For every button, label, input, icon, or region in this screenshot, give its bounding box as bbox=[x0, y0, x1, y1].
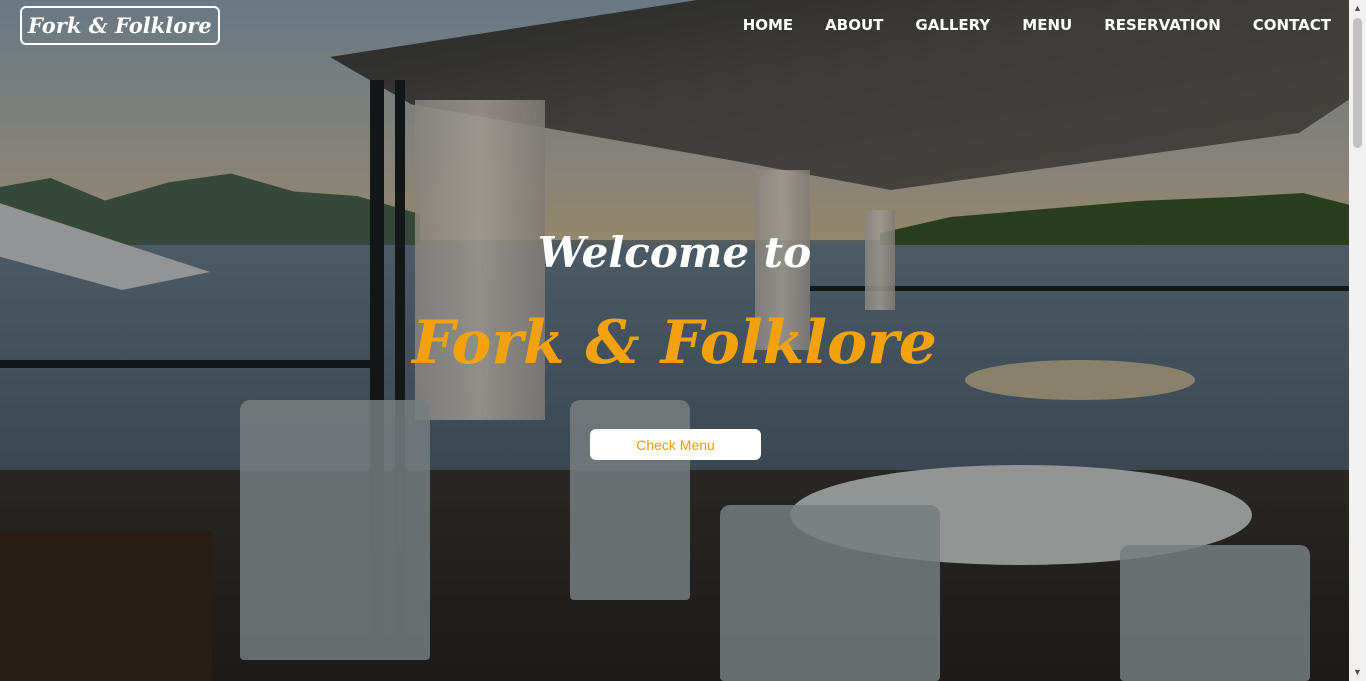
navbar: Fork & Folklore HOME ABOUT GALLERY MENU … bbox=[0, 0, 1349, 52]
triangle-up-icon[interactable]: ▲ bbox=[1349, 0, 1366, 17]
triangle-down-icon[interactable]: ▼ bbox=[1349, 664, 1366, 681]
nav-about[interactable]: ABOUT bbox=[825, 16, 883, 34]
hero-section: Fork & Folklore HOME ABOUT GALLERY MENU … bbox=[0, 0, 1349, 681]
nav-reservation[interactable]: RESERVATION bbox=[1104, 16, 1221, 34]
nav-contact[interactable]: CONTACT bbox=[1253, 16, 1331, 34]
nav-home[interactable]: HOME bbox=[743, 16, 793, 34]
site-logo[interactable]: Fork & Folklore bbox=[20, 6, 220, 45]
nav-menu: HOME ABOUT GALLERY MENU RESERVATION CONT… bbox=[743, 16, 1331, 34]
nav-gallery[interactable]: GALLERY bbox=[915, 16, 990, 34]
nav-menu-link[interactable]: MENU bbox=[1022, 16, 1072, 34]
hero-title: Fork & Folklore bbox=[412, 308, 937, 378]
hero-welcome-text: Welcome to bbox=[537, 228, 812, 277]
check-menu-button[interactable]: Check Menu bbox=[590, 429, 761, 460]
scrollbar[interactable]: ▲ ▼ bbox=[1349, 0, 1366, 681]
scrollbar-thumb[interactable] bbox=[1353, 18, 1362, 148]
